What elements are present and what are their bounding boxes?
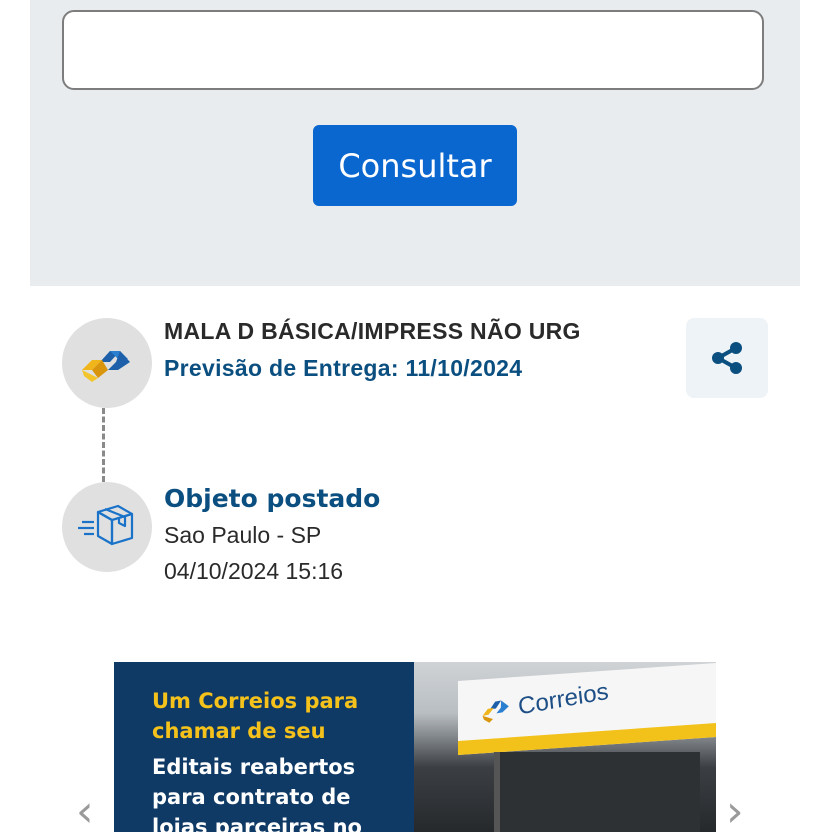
event-location: Sao Paulo - SP bbox=[164, 522, 322, 548]
event-datetime: 04/10/2024 15:16 bbox=[164, 558, 344, 584]
storefront-photo: Correios bbox=[414, 662, 716, 832]
storefront-door bbox=[494, 752, 700, 832]
banner-headline: Um Correios para chamar de seu bbox=[152, 689, 359, 743]
event-title: Objeto postado bbox=[164, 484, 381, 513]
promo-banner[interactable]: Correios Um Correios para chamar de seu … bbox=[114, 662, 716, 832]
storefront-sign: Correios bbox=[458, 662, 716, 756]
banner-body: Editais reabertos para contrato de lojas… bbox=[152, 755, 362, 832]
search-panel: Consultar bbox=[30, 0, 800, 286]
chevron-right-icon[interactable]: › bbox=[726, 790, 744, 834]
delivery-forecast: Previsão de Entrega: 11/10/2024 bbox=[164, 355, 523, 381]
correios-logo-icon bbox=[62, 318, 152, 408]
correios-sign-logo-icon bbox=[482, 700, 509, 723]
share-icon bbox=[712, 342, 742, 374]
tracking-code-input[interactable] bbox=[62, 10, 764, 90]
share-button[interactable] bbox=[686, 318, 768, 398]
product-name: MALA D BÁSICA/IMPRESS NÃO URG bbox=[164, 318, 581, 344]
package-icon bbox=[62, 482, 152, 572]
consult-button[interactable]: Consultar bbox=[313, 125, 517, 206]
sign-text: Correios bbox=[516, 677, 610, 721]
chevron-left-icon[interactable]: ‹ bbox=[76, 790, 94, 834]
timeline-connector bbox=[102, 408, 105, 482]
